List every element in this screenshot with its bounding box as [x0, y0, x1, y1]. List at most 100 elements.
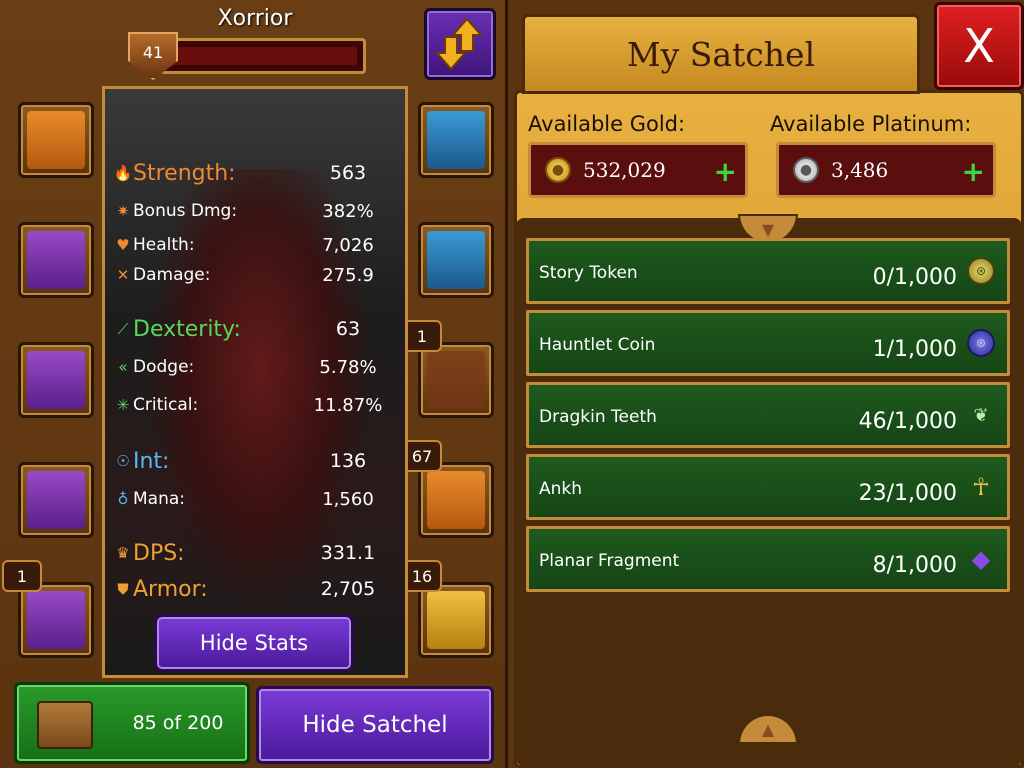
stat-value: 382%: [322, 200, 374, 222]
stat-label: Strength:: [133, 160, 236, 186]
item-name: Dragkin Teeth: [539, 407, 657, 427]
dodge-icon: «: [118, 358, 128, 376]
stat-label: Dexterity:: [133, 316, 241, 342]
item-name: Ankh: [539, 479, 583, 499]
weapon-slot[interactable]: [18, 102, 94, 178]
amulet-slot[interactable]: [18, 582, 94, 658]
hide-stats-button[interactable]: Hide Stats: [154, 614, 354, 672]
helmet-slot[interactable]: [18, 222, 94, 298]
item-name: Story Token: [539, 263, 638, 283]
stat-label: Damage:: [133, 265, 211, 285]
glove-slot[interactable]: [418, 222, 494, 298]
item-count: 23/1,000: [858, 481, 957, 506]
chest-armor-icon: [27, 351, 85, 409]
platinum-coin-icon: ●: [793, 157, 819, 183]
anvil-icon: [427, 471, 485, 529]
shoulder-armor-icon: [427, 111, 485, 169]
planar-fragment-icon: ◆: [971, 545, 991, 573]
int-icon: ☉: [116, 452, 130, 470]
stat-row: ♁ Mana: 1,560: [113, 485, 403, 513]
stat-row: 🔥 Strength: 563: [113, 159, 403, 187]
amulet-icon: [27, 591, 85, 649]
gold-coin-icon: ●: [545, 157, 571, 183]
platinum-value: 3,486: [831, 158, 889, 182]
item-count: 46/1,000: [858, 409, 957, 434]
chest-slot-badge: 16: [402, 560, 442, 592]
dexterity-icon: ⟋: [117, 320, 129, 338]
stat-value: 5.78%: [319, 356, 377, 378]
stat-value: 136: [329, 450, 367, 472]
stat-value: 1,560: [322, 488, 374, 510]
shoulder-slot[interactable]: [418, 102, 494, 178]
stat-row: ⟋ Dexterity: 63: [113, 315, 403, 343]
shield-icon: [27, 111, 85, 169]
crafting-slot-badge: 67: [402, 440, 442, 472]
gold-box: ● 532,029 +: [528, 142, 748, 198]
close-button[interactable]: X: [934, 2, 1024, 90]
stat-label: Health:: [133, 235, 195, 255]
helmet-icon: [27, 231, 85, 289]
item-count: 1/1,000: [872, 337, 957, 362]
item-count: 0/1,000: [872, 265, 957, 290]
mana-icon: ♁: [117, 490, 129, 508]
xp-bar: [160, 38, 366, 74]
hauntlet-coin-icon: ⊛: [967, 329, 995, 357]
banner-icon: [427, 351, 485, 409]
item-name: Hauntlet Coin: [539, 335, 656, 355]
satchel-item-row[interactable]: Story Token 0/1,000 ⊛: [526, 238, 1010, 304]
stat-value: 331.1: [320, 542, 376, 564]
stat-row: ♥ Health: 7,026: [113, 231, 403, 259]
stat-label: Dodge:: [133, 357, 195, 377]
stat-label: Mana:: [133, 489, 186, 509]
satchel-item-row[interactable]: Ankh 23/1,000 ☥: [526, 454, 1010, 520]
platinum-label: Available Platinum:: [770, 112, 972, 136]
banner-slot-badge: 1: [402, 320, 442, 352]
dragkin-teeth-icon: ❦: [973, 404, 989, 426]
satchel-item-row[interactable]: Planar Fragment 8/1,000 ◆: [526, 526, 1010, 592]
glove-icon: [427, 231, 485, 289]
stat-row: ✕ Damage: 275.9: [113, 261, 403, 289]
add-gold-button[interactable]: +: [714, 155, 737, 188]
add-platinum-button[interactable]: +: [962, 155, 985, 188]
stat-row: « Dodge: 5.78%: [113, 353, 403, 381]
ring-icon: [27, 471, 85, 529]
gold-label: Available Gold:: [528, 112, 686, 136]
strength-icon: 🔥: [113, 164, 133, 182]
satchel-item-row[interactable]: Hauntlet Coin 1/1,000 ⊛: [526, 310, 1010, 376]
stat-row: ✳ Critical: 11.87%: [113, 391, 403, 419]
stat-value: 7,026: [322, 234, 374, 256]
satchel-item-row[interactable]: Dragkin Teeth 46/1,000 ❦: [526, 382, 1010, 448]
swap-gear-button[interactable]: [424, 8, 496, 80]
critical-icon: ✳: [116, 396, 130, 414]
hide-satchel-button[interactable]: Hide Satchel: [256, 686, 494, 764]
treasure-chest-slot[interactable]: [418, 582, 494, 658]
stat-row: ✷ Bonus Dmg: 382%: [113, 197, 403, 225]
stat-value: 63: [335, 318, 361, 340]
stat-value: 2,705: [320, 578, 376, 600]
character-panel: Xorrior 41 1 1 67 16 �: [0, 0, 508, 768]
item-name: Planar Fragment: [539, 551, 680, 571]
stat-row: ♛ DPS: 331.1: [113, 539, 403, 567]
chevron-up-icon: ▲: [761, 719, 775, 739]
armor-icon: ⛊: [117, 580, 129, 598]
amulet-slot-badge: 1: [2, 560, 42, 592]
banner-slot[interactable]: [418, 342, 494, 418]
stat-label: DPS:: [133, 540, 185, 566]
stat-label: Armor:: [133, 576, 208, 602]
stat-row: ☉ Int: 136: [113, 447, 403, 475]
stat-value: 563: [329, 162, 367, 184]
character-name: Xorrior: [217, 6, 293, 31]
xp-bar-fill: [167, 47, 357, 65]
story-token-icon: ⊛: [967, 257, 995, 285]
stat-value: 275.9: [322, 264, 374, 286]
crafting-slot[interactable]: [418, 462, 494, 538]
ring-slot[interactable]: [18, 462, 94, 538]
bonus-damage-icon: ✷: [116, 202, 130, 220]
damage-icon: ✕: [116, 266, 130, 284]
gold-value: 532,029: [583, 158, 666, 182]
stats-panel: 🔥 Strength: 563 ✷ Bonus Dmg: 382% ♥ Health: 7,02…: [102, 86, 408, 678]
armor-slot[interactable]: [18, 342, 94, 418]
chevron-down-icon: ▼: [761, 219, 775, 239]
item-count: 8/1,000: [872, 553, 957, 578]
inventory-button[interactable]: 85 of 200: [14, 682, 250, 764]
